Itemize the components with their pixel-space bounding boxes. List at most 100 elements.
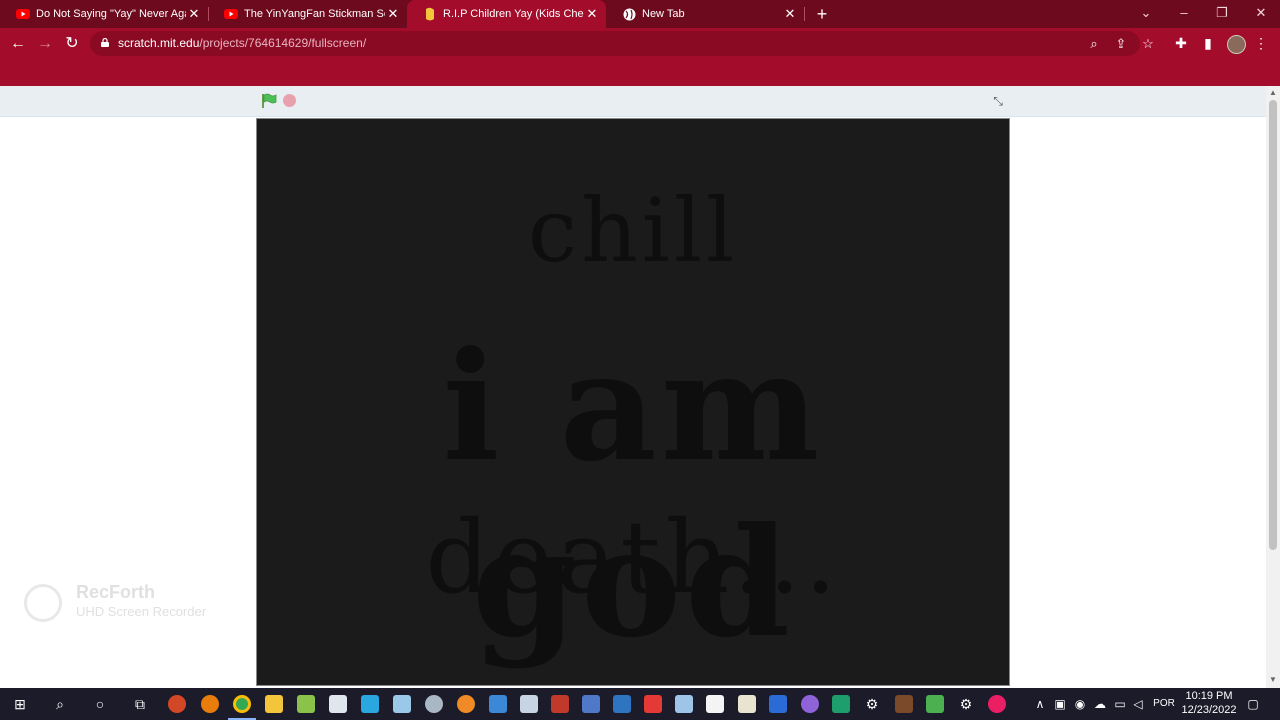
bookmarks-strip xyxy=(0,59,1280,86)
app-icon[interactable] xyxy=(425,695,443,713)
extensions-puzzle-icon[interactable]: ✚ xyxy=(1171,33,1191,53)
gear-app-icon[interactable]: ⚙ xyxy=(861,694,883,714)
store-icon[interactable] xyxy=(769,695,787,713)
stop-button[interactable] xyxy=(283,94,296,107)
app-icon[interactable] xyxy=(926,695,944,713)
tab-title: The YinYangFan Stickman Sees a xyxy=(244,8,385,20)
stage-text-line2: i am god xyxy=(442,319,824,671)
lock-icon xyxy=(101,38,109,47)
scroll-up-icon[interactable]: ▲ xyxy=(1268,88,1278,98)
watermark-subtitle: UHD Screen Recorder xyxy=(76,604,207,619)
volume-icon[interactable]: ◁ xyxy=(1130,694,1146,714)
recorder-icon[interactable] xyxy=(988,695,1006,713)
clock-date: 12/23/2022 xyxy=(1181,704,1237,716)
taskbar-clock[interactable]: 10:19 PM 12/23/2022 xyxy=(1178,689,1240,717)
minimize-button[interactable]: – xyxy=(1165,0,1203,28)
tab-divider xyxy=(804,7,805,21)
scratch-icon xyxy=(423,7,437,21)
app-icon[interactable] xyxy=(675,695,693,713)
windows-start-icon[interactable]: ⊞ xyxy=(9,694,31,714)
restore-button[interactable]: ❐ xyxy=(1203,0,1241,28)
clock-time: 10:19 PM xyxy=(1185,690,1233,702)
app-icon[interactable] xyxy=(706,695,724,713)
watermark-name: RecForth xyxy=(76,582,156,602)
avast-icon[interactable] xyxy=(457,695,475,713)
cortana-icon[interactable]: ○ xyxy=(89,694,111,714)
network-icon[interactable]: ▭ xyxy=(1112,694,1128,714)
notepad-icon[interactable] xyxy=(329,695,347,713)
app-icon[interactable] xyxy=(801,695,819,713)
app-icon[interactable] xyxy=(520,695,538,713)
url-host: scratch.mit.edu xyxy=(118,36,200,50)
tab-close-icon[interactable]: ✕ xyxy=(385,6,401,22)
new-tab-button[interactable]: + xyxy=(812,4,832,24)
stage-text-line3: death... xyxy=(425,499,841,616)
tab-title: New Tab xyxy=(642,8,685,20)
app-icon[interactable] xyxy=(738,695,756,713)
tab-close-icon[interactable]: ✕ xyxy=(186,6,202,22)
tab-strip: Do Not Saying "Yay" Never Again ✕ The Yi… xyxy=(0,0,1280,28)
recorder-logo-icon xyxy=(24,584,62,622)
scratch-page: ⤡ chill i am god death... RecForth UHD S… xyxy=(0,86,1266,688)
file-explorer-icon[interactable] xyxy=(265,695,283,713)
settings-icon[interactable]: ⚙ xyxy=(955,694,977,714)
tab-title: Do Not Saying "Yay" Never Again xyxy=(36,8,186,20)
globe-icon xyxy=(622,7,636,21)
stage-controls: ⤡ xyxy=(0,86,1266,117)
address-bar[interactable]: scratch.mit.edu/projects/764614629/fulls… xyxy=(90,31,1154,56)
windows-taskbar: ⊞ ⌕ ○ ⧉ ⚙ ⚙ ∧ ▣ ◉ ☁ ▭ ◁ POR 10:19 PM 12/… xyxy=(0,688,1280,720)
app-icon[interactable] xyxy=(644,695,662,713)
app-icon[interactable] xyxy=(361,695,379,713)
profile-avatar[interactable] xyxy=(1227,35,1246,54)
browser-toolbar: ← → ↻ scratch.mit.edu/projects/764614629… xyxy=(0,28,1280,59)
url-text: scratch.mit.edu/projects/764614629/fulls… xyxy=(118,36,366,50)
scroll-down-icon[interactable]: ▼ xyxy=(1268,675,1278,685)
share-icon[interactable]: ⇪ xyxy=(1112,36,1130,52)
app-icon[interactable] xyxy=(832,695,850,713)
recorder-watermark: RecForth UHD Screen Recorder xyxy=(22,582,222,624)
powerpoint-icon[interactable] xyxy=(168,695,186,713)
tab-title: R.I.P Children Yay (Kids Cheering) xyxy=(443,8,584,20)
back-button[interactable]: ← xyxy=(7,33,29,55)
stage-text-line1: chill xyxy=(527,179,739,282)
page-scrollbar[interactable]: ▲ ▼ xyxy=(1266,86,1280,688)
tray-steam-icon[interactable]: ◉ xyxy=(1072,694,1088,714)
app-icon[interactable] xyxy=(489,695,507,713)
app-icon[interactable] xyxy=(551,695,569,713)
tray-chevron-icon[interactable]: ∧ xyxy=(1032,694,1048,714)
blender-icon[interactable] xyxy=(201,695,219,713)
project-stage[interactable]: chill i am god death... xyxy=(256,118,1010,686)
bluestacks-icon[interactable] xyxy=(297,695,315,713)
bookmark-star-icon[interactable]: ☆ xyxy=(1139,36,1157,52)
app-icon[interactable] xyxy=(613,695,631,713)
tab-2[interactable]: The YinYangFan Stickman Sees a ✕ xyxy=(208,0,407,28)
side-panel-icon[interactable]: ▮ xyxy=(1198,33,1218,53)
task-view-icon[interactable]: ⧉ xyxy=(129,694,151,714)
notifications-icon[interactable]: ▢ xyxy=(1244,694,1262,714)
app-icon[interactable] xyxy=(393,695,411,713)
search-icon[interactable]: ⌕ xyxy=(49,694,71,714)
zoom-icon[interactable]: ⌕ xyxy=(1085,36,1103,52)
forward-button[interactable]: → xyxy=(34,33,56,55)
tab-1[interactable]: Do Not Saying "Yay" Never Again ✕ xyxy=(0,0,208,28)
app-icon[interactable] xyxy=(582,695,600,713)
url-path: /projects/764614629/fullscreen/ xyxy=(199,36,367,50)
onedrive-icon[interactable]: ☁ xyxy=(1092,694,1108,714)
reload-button[interactable]: ↻ xyxy=(61,33,83,55)
youtube-icon xyxy=(16,7,30,21)
menu-kebab-icon[interactable]: ⋮ xyxy=(1251,33,1271,53)
tab-search-icon[interactable]: ⌄ xyxy=(1127,0,1165,28)
tray-app-icon[interactable]: ▣ xyxy=(1052,694,1068,714)
exit-fullscreen-icon[interactable]: ⤡ xyxy=(989,92,1007,110)
chrome-icon[interactable] xyxy=(233,695,251,713)
tab-close-icon[interactable]: ✕ xyxy=(782,6,798,22)
scroll-thumb[interactable] xyxy=(1269,100,1277,550)
tab-4[interactable]: New Tab ✕ xyxy=(606,0,804,28)
green-flag-icon[interactable] xyxy=(261,93,277,109)
language-indicator[interactable]: POR xyxy=(1150,694,1178,714)
youtube-icon xyxy=(224,7,238,21)
close-window-button[interactable]: ✕ xyxy=(1242,0,1280,28)
tab-3-active[interactable]: R.I.P Children Yay (Kids Cheering) ✕ xyxy=(407,0,606,28)
tab-close-icon[interactable]: ✕ xyxy=(584,6,600,22)
minecraft-icon[interactable] xyxy=(895,695,913,713)
